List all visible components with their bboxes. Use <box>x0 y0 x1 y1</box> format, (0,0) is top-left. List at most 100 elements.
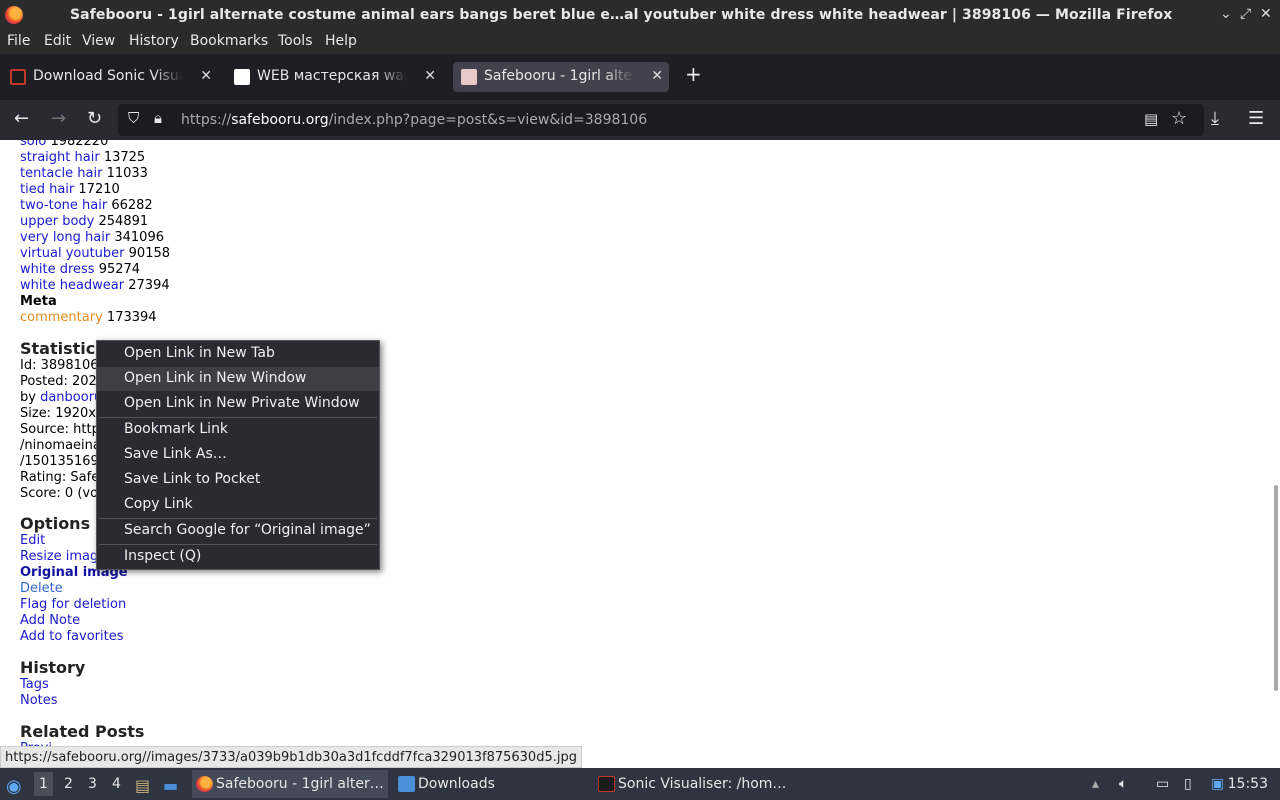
reader-view-icon[interactable]: ▤ <box>1144 110 1158 128</box>
shield-icon[interactable]: ⛉ <box>128 109 139 127</box>
menu-inspect[interactable]: Inspect (Q) <box>97 545 379 569</box>
new-tab-icon[interactable]: + <box>685 62 702 86</box>
volume-icon[interactable]: 🔈︎ <box>1119 768 1127 800</box>
clipboard-icon[interactable]: ▯ <box>1184 768 1192 800</box>
delete-link[interactable]: Delete <box>20 581 63 596</box>
menu-view[interactable]: View <box>82 33 115 49</box>
workspace-1[interactable]: 1 <box>34 772 53 796</box>
safebooru-favicon-icon <box>461 69 477 85</box>
bookmark-star-icon[interactable]: ☆ <box>1171 108 1187 129</box>
notifications-icon[interactable]: ▣ <box>1211 768 1224 800</box>
tag-link[interactable]: white dress <box>20 262 95 277</box>
url-bar[interactable]: ⛉ 🔒︎ https://safebooru.org/index.php?pag… <box>118 104 1204 136</box>
tag-count: 254891 <box>98 214 149 229</box>
minimize-icon[interactable]: ⌄ <box>1220 6 1232 22</box>
tag-link[interactable]: tentacle hair <box>20 166 102 181</box>
tag-link[interactable]: solo <box>20 140 46 149</box>
tab-label: Safebooru - 1girl alternate <box>484 68 634 84</box>
menu-open-private-window[interactable]: Open Link in New Private Window <box>97 392 379 416</box>
tag-link[interactable]: white headwear <box>20 278 124 293</box>
close-tab-icon[interactable]: ✕ <box>651 68 663 84</box>
menu-tools[interactable]: Tools <box>278 33 313 49</box>
tab-sonic-visualiser[interactable]: Download Sonic Visualiser ✕ <box>2 62 218 92</box>
wapinet-favicon-icon <box>234 69 250 85</box>
menu-bookmark-link[interactable]: Bookmark Link <box>97 418 379 442</box>
url-text[interactable]: https://safebooru.org/index.php?page=pos… <box>181 112 647 128</box>
downloads-icon[interactable]: ⤓ <box>1211 108 1219 129</box>
start-menu-icon[interactable]: ◉ <box>6 768 22 800</box>
stat-id: Id: 3898106 <box>20 358 99 373</box>
history-tags-link[interactable]: Tags <box>20 677 49 692</box>
close-tab-icon[interactable]: ✕ <box>200 68 212 84</box>
menu-history[interactable]: History <box>129 33 179 49</box>
menu-open-new-window[interactable]: Open Link in New Window <box>97 367 379 391</box>
meta-tag-link[interactable]: commentary <box>20 310 103 325</box>
tag-link[interactable]: tied hair <box>20 182 74 197</box>
menu-edit[interactable]: Edit <box>44 33 71 49</box>
tag-count: 341096 <box>114 230 164 245</box>
menu-search-google[interactable]: Search Google for “Original image” <box>97 519 379 543</box>
close-tab-icon[interactable]: ✕ <box>424 68 436 84</box>
menu-help[interactable]: Help <box>325 33 357 49</box>
edit-link[interactable]: Edit <box>20 533 45 548</box>
forward-icon[interactable]: → <box>51 108 66 129</box>
tag-row: straight hair 13725 <box>20 150 145 165</box>
show-desktop-icon[interactable]: ▬ <box>163 768 178 800</box>
taskbar-firefox[interactable]: Safebooru - 1girl alter… <box>192 770 388 798</box>
taskbar-downloads[interactable]: Downloads <box>394 770 584 798</box>
stat-posted: Posted: 202 <box>20 374 97 389</box>
add-note-link[interactable]: Add Note <box>20 613 80 628</box>
reload-icon[interactable]: ↻ <box>87 108 102 129</box>
tab-wapinet[interactable]: WEB мастерская wapinet ✕ <box>226 62 442 92</box>
resize-image-link[interactable]: Resize imag <box>20 549 98 564</box>
taskbar: ◉ 1 2 3 4 ▤ ▬ Safebooru - 1girl alter… D… <box>0 768 1280 800</box>
history-notes-link[interactable]: Notes <box>20 693 58 708</box>
link-status-bar: https://safebooru.org//images/3733/a039b… <box>0 746 582 768</box>
tag-link[interactable]: upper body <box>20 214 94 229</box>
workspace-3[interactable]: 3 <box>88 776 97 792</box>
menu-bookmarks[interactable]: Bookmarks <box>190 33 268 49</box>
flag-for-deletion-link[interactable]: Flag for deletion <box>20 597 126 612</box>
tray-arrow-icon[interactable]: ▴ <box>1092 768 1099 800</box>
tag-row: solo 1982220 <box>20 140 108 149</box>
tag-count: 27394 <box>128 278 170 293</box>
menu-copy-link[interactable]: Copy Link <box>97 493 379 517</box>
workspace-4[interactable]: 4 <box>112 776 121 792</box>
vertical-scrollbar[interactable] <box>1274 485 1278 691</box>
menu-file[interactable]: File <box>7 33 30 49</box>
menu-save-to-pocket[interactable]: Save Link to Pocket <box>97 468 379 492</box>
sonic-visualiser-icon <box>598 776 615 792</box>
tag-count: 13725 <box>103 150 146 165</box>
meta-heading: Meta <box>20 294 57 309</box>
file-manager-icon[interactable]: ▤ <box>135 768 150 800</box>
options-heading: Options <box>20 514 91 533</box>
taskbar-window-label: Sonic Visualiser: /hom… <box>618 776 787 792</box>
title-bar: Safebooru - 1girl alternate costume anim… <box>0 0 1280 30</box>
history-heading: History <box>20 658 86 677</box>
stat-rating: Rating: Safe <box>20 470 100 485</box>
lock-icon[interactable]: 🔒︎ <box>154 109 162 127</box>
close-window-icon[interactable]: ✕ <box>1260 6 1272 22</box>
tag-count: 173394 <box>106 310 157 325</box>
back-icon[interactable]: ← <box>14 108 29 129</box>
menu-save-link-as[interactable]: Save Link As… <box>97 443 379 467</box>
tag-row: tentacle hair 11033 <box>20 166 148 181</box>
maximize-icon[interactable]: ⤢ <box>1240 6 1251 22</box>
tag-count: 17210 <box>78 182 120 197</box>
network-icon[interactable]: ▭ <box>1156 768 1169 800</box>
tag-link[interactable]: virtual youtuber <box>20 246 125 261</box>
tag-count: 1982220 <box>50 140 109 149</box>
add-to-favorites-link[interactable]: Add to favorites <box>20 629 124 644</box>
tab-label: WEB мастерская wapinet <box>257 68 407 84</box>
uploader-link[interactable]: danbooru <box>40 390 102 405</box>
menu-open-new-tab[interactable]: Open Link in New Tab <box>97 342 379 366</box>
tag-link[interactable]: very long hair <box>20 230 110 245</box>
tab-safebooru[interactable]: Safebooru - 1girl alternate ✕ <box>453 62 669 92</box>
workspace-2[interactable]: 2 <box>64 776 73 792</box>
tag-link[interactable]: two-tone hair <box>20 198 107 213</box>
tag-link[interactable]: straight hair <box>20 150 100 165</box>
taskbar-sonic-visualiser[interactable]: Sonic Visualiser: /hom… <box>594 770 794 798</box>
hamburger-menu-icon[interactable]: ☰ <box>1248 108 1264 129</box>
tag-row: virtual youtuber 90158 <box>20 246 170 261</box>
tag-row: tied hair 17210 <box>20 182 120 197</box>
